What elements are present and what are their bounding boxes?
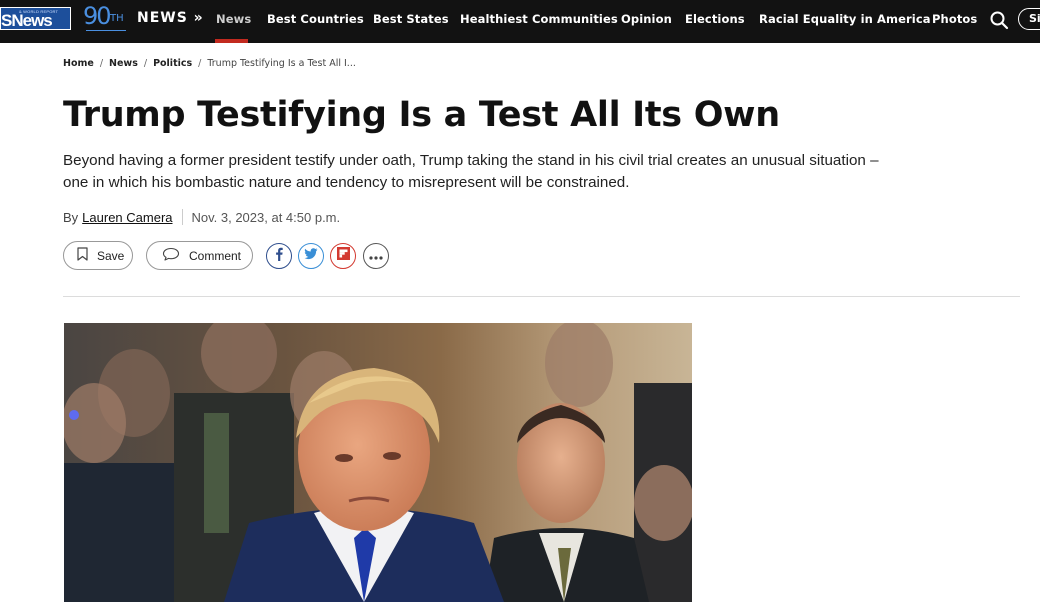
byline: By Lauren Camera Nov. 3, 2023, at 4:50 p… (63, 209, 340, 225)
nav-item-elections[interactable]: Elections (685, 12, 745, 26)
nav-item-racial-equality[interactable]: Racial Equality in America (759, 12, 931, 26)
nav-item-healthiest-communities[interactable]: Healthiest Communities (460, 12, 618, 26)
share-facebook-button[interactable] (266, 243, 292, 269)
section-divider (63, 296, 1020, 297)
top-navigation: & WORLD REPORT SNews 90 TH NEWS » News B… (0, 0, 1040, 43)
share-more-button[interactable] (363, 243, 389, 269)
breadcrumb-politics[interactable]: Politics (153, 58, 192, 69)
share-flipboard-button[interactable] (330, 243, 356, 269)
breadcrumb: Home / News / Politics / Trump Testifying Is a… (63, 58, 356, 69)
sign-in-button[interactable]: Sign In (1018, 8, 1040, 30)
more-icon (369, 247, 383, 265)
comment-label: Comment (189, 248, 242, 263)
share-twitter-button[interactable] (298, 243, 324, 269)
nav-item-best-countries[interactable]: Best Countries (267, 12, 364, 26)
twitter-icon (304, 247, 318, 265)
breadcrumb-separator: / (143, 58, 148, 69)
byline-divider (181, 209, 183, 225)
breadcrumb-current: Trump Testifying Is a Test All I... (207, 58, 356, 69)
anniversary-suffix: TH (110, 13, 124, 24)
lead-photo[interactable] (64, 323, 692, 602)
byline-prefix: By (63, 209, 79, 225)
anniversary-badge: 90 TH (83, 2, 127, 34)
facebook-icon (273, 247, 285, 266)
site-logo[interactable]: & WORLD REPORT SNews (0, 7, 71, 30)
comment-icon (162, 247, 189, 264)
save-button[interactable]: Save (63, 241, 133, 270)
nav-item-photos[interactable]: Photos (932, 12, 977, 26)
save-label: Save (97, 248, 125, 263)
breadcrumb-separator: / (198, 58, 202, 69)
flipboard-icon (336, 247, 350, 265)
comment-button[interactable]: Comment (146, 241, 253, 270)
nav-active-indicator (215, 39, 248, 43)
nav-item-best-states[interactable]: Best States (373, 12, 449, 26)
anniversary-number: 90 (83, 2, 112, 30)
author-link[interactable]: Lauren Camera (82, 210, 172, 225)
article-headline: Trump Testifying Is a Test All Its Own (63, 95, 780, 135)
publish-date: Nov. 3, 2023, at 4:50 p.m. (191, 209, 341, 225)
breadcrumb-home[interactable]: Home (63, 58, 94, 69)
breadcrumb-news[interactable]: News (109, 58, 138, 69)
section-menu-button[interactable]: NEWS » (137, 10, 204, 26)
nav-item-news[interactable]: News (216, 12, 251, 26)
nav-item-opinion[interactable]: Opinion (621, 12, 672, 26)
article-dek: Beyond having a former president testify… (63, 152, 879, 191)
bookmark-icon (77, 247, 97, 264)
logo-text: SNews (1, 11, 53, 29)
logo-mark: & WORLD REPORT SNews (1, 8, 70, 29)
anniversary-underline (86, 30, 126, 31)
search-icon[interactable] (989, 10, 1009, 30)
breadcrumb-separator: / (99, 58, 104, 69)
